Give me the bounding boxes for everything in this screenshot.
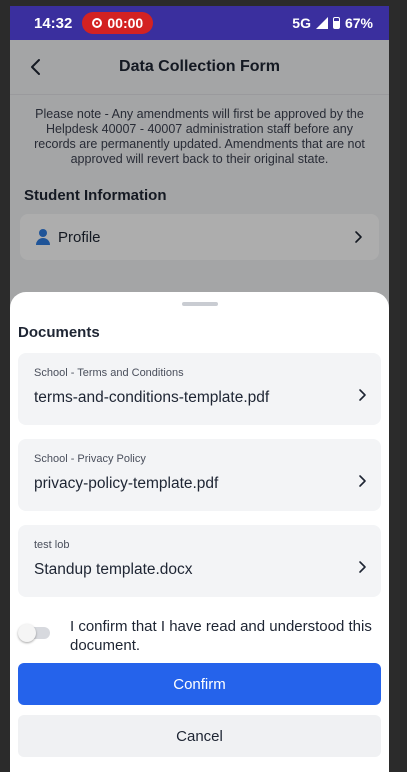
document-filename: terms-and-conditions-template.pdf <box>34 389 270 406</box>
confirm-read-toggle[interactable] <box>18 624 50 642</box>
document-category: School - Privacy Policy <box>34 453 146 465</box>
battery-icon <box>332 17 340 29</box>
document-item-terms[interactable]: School - Terms and Conditions terms-and-… <box>18 353 381 425</box>
network-type: 5G <box>292 15 311 31</box>
phone-screen: 14:32 00:00 5G 67% Data Collection Form … <box>10 6 389 772</box>
battery-level: 67% <box>344 15 373 31</box>
confirm-read-label: I confirm that I have read and understoo… <box>70 618 372 654</box>
chevron-right-icon <box>359 475 366 487</box>
document-item-privacy[interactable]: School - Privacy Policy privacy-policy-t… <box>18 439 381 511</box>
confirm-button[interactable]: Confirm <box>18 663 381 705</box>
document-item-standup[interactable]: test lob Standup template.docx <box>18 525 381 597</box>
confirm-read-row: I confirm that I have read and understoo… <box>18 617 377 655</box>
document-filename: privacy-policy-template.pdf <box>34 475 219 492</box>
app-content: Data Collection Form Please note - Any a… <box>10 40 389 772</box>
document-category: School - Terms and Conditions <box>34 367 184 379</box>
status-bar: 14:32 00:00 5G 67% <box>10 6 389 40</box>
record-icon <box>92 18 103 28</box>
chevron-right-icon <box>359 561 366 573</box>
document-category: test lob <box>34 539 70 551</box>
signal-icon <box>315 17 328 29</box>
recording-timer: 00:00 <box>107 15 144 31</box>
sheet-title: Documents <box>18 324 100 341</box>
status-time: 14:32 <box>34 14 73 32</box>
chevron-right-icon <box>359 389 366 401</box>
document-filename: Standup template.docx <box>34 561 193 578</box>
cancel-button[interactable]: Cancel <box>18 715 381 757</box>
screen-recording-indicator[interactable]: 00:00 <box>82 12 154 34</box>
sheet-drag-handle[interactable] <box>181 302 218 306</box>
toggle-knob <box>18 624 36 642</box>
documents-bottom-sheet: Documents School - Terms and Conditions … <box>10 292 389 772</box>
